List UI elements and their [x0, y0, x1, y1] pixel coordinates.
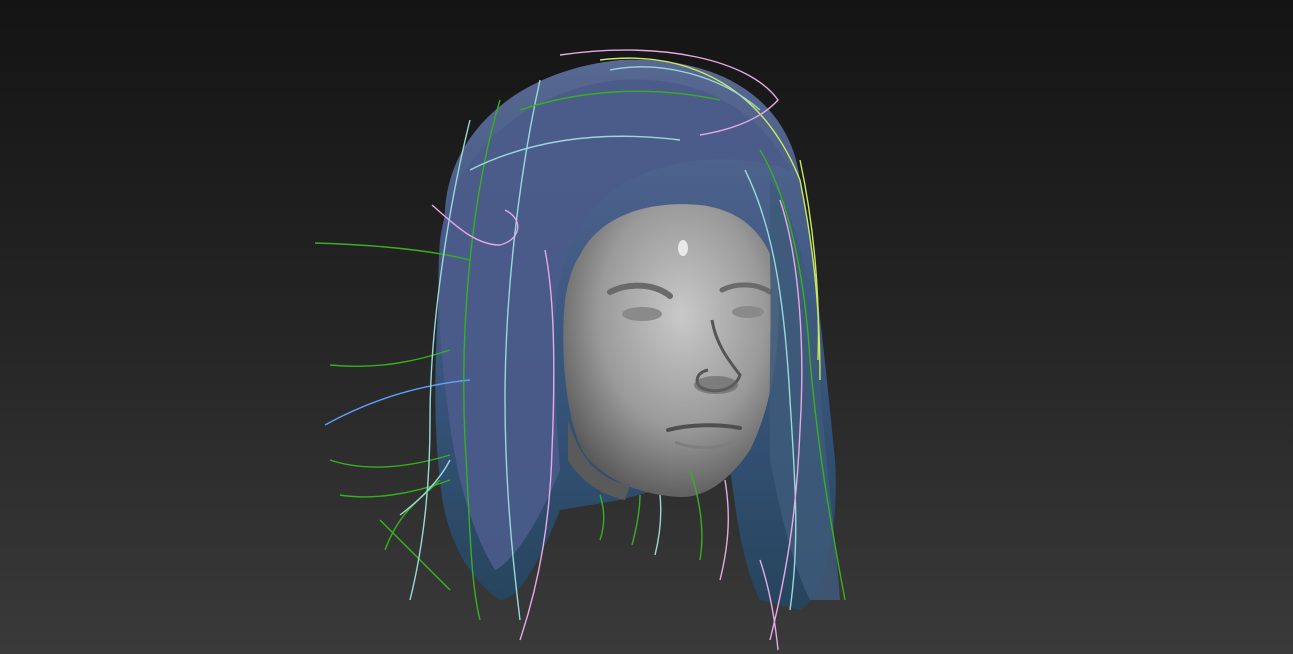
face — [563, 204, 779, 498]
left-eye — [622, 307, 662, 321]
forehead-highlight — [678, 240, 688, 256]
right-eye — [732, 306, 764, 318]
hair-head-model[interactable] — [0, 0, 1293, 654]
3d-viewport[interactable] — [0, 0, 1293, 654]
nose-shadow — [694, 376, 738, 394]
